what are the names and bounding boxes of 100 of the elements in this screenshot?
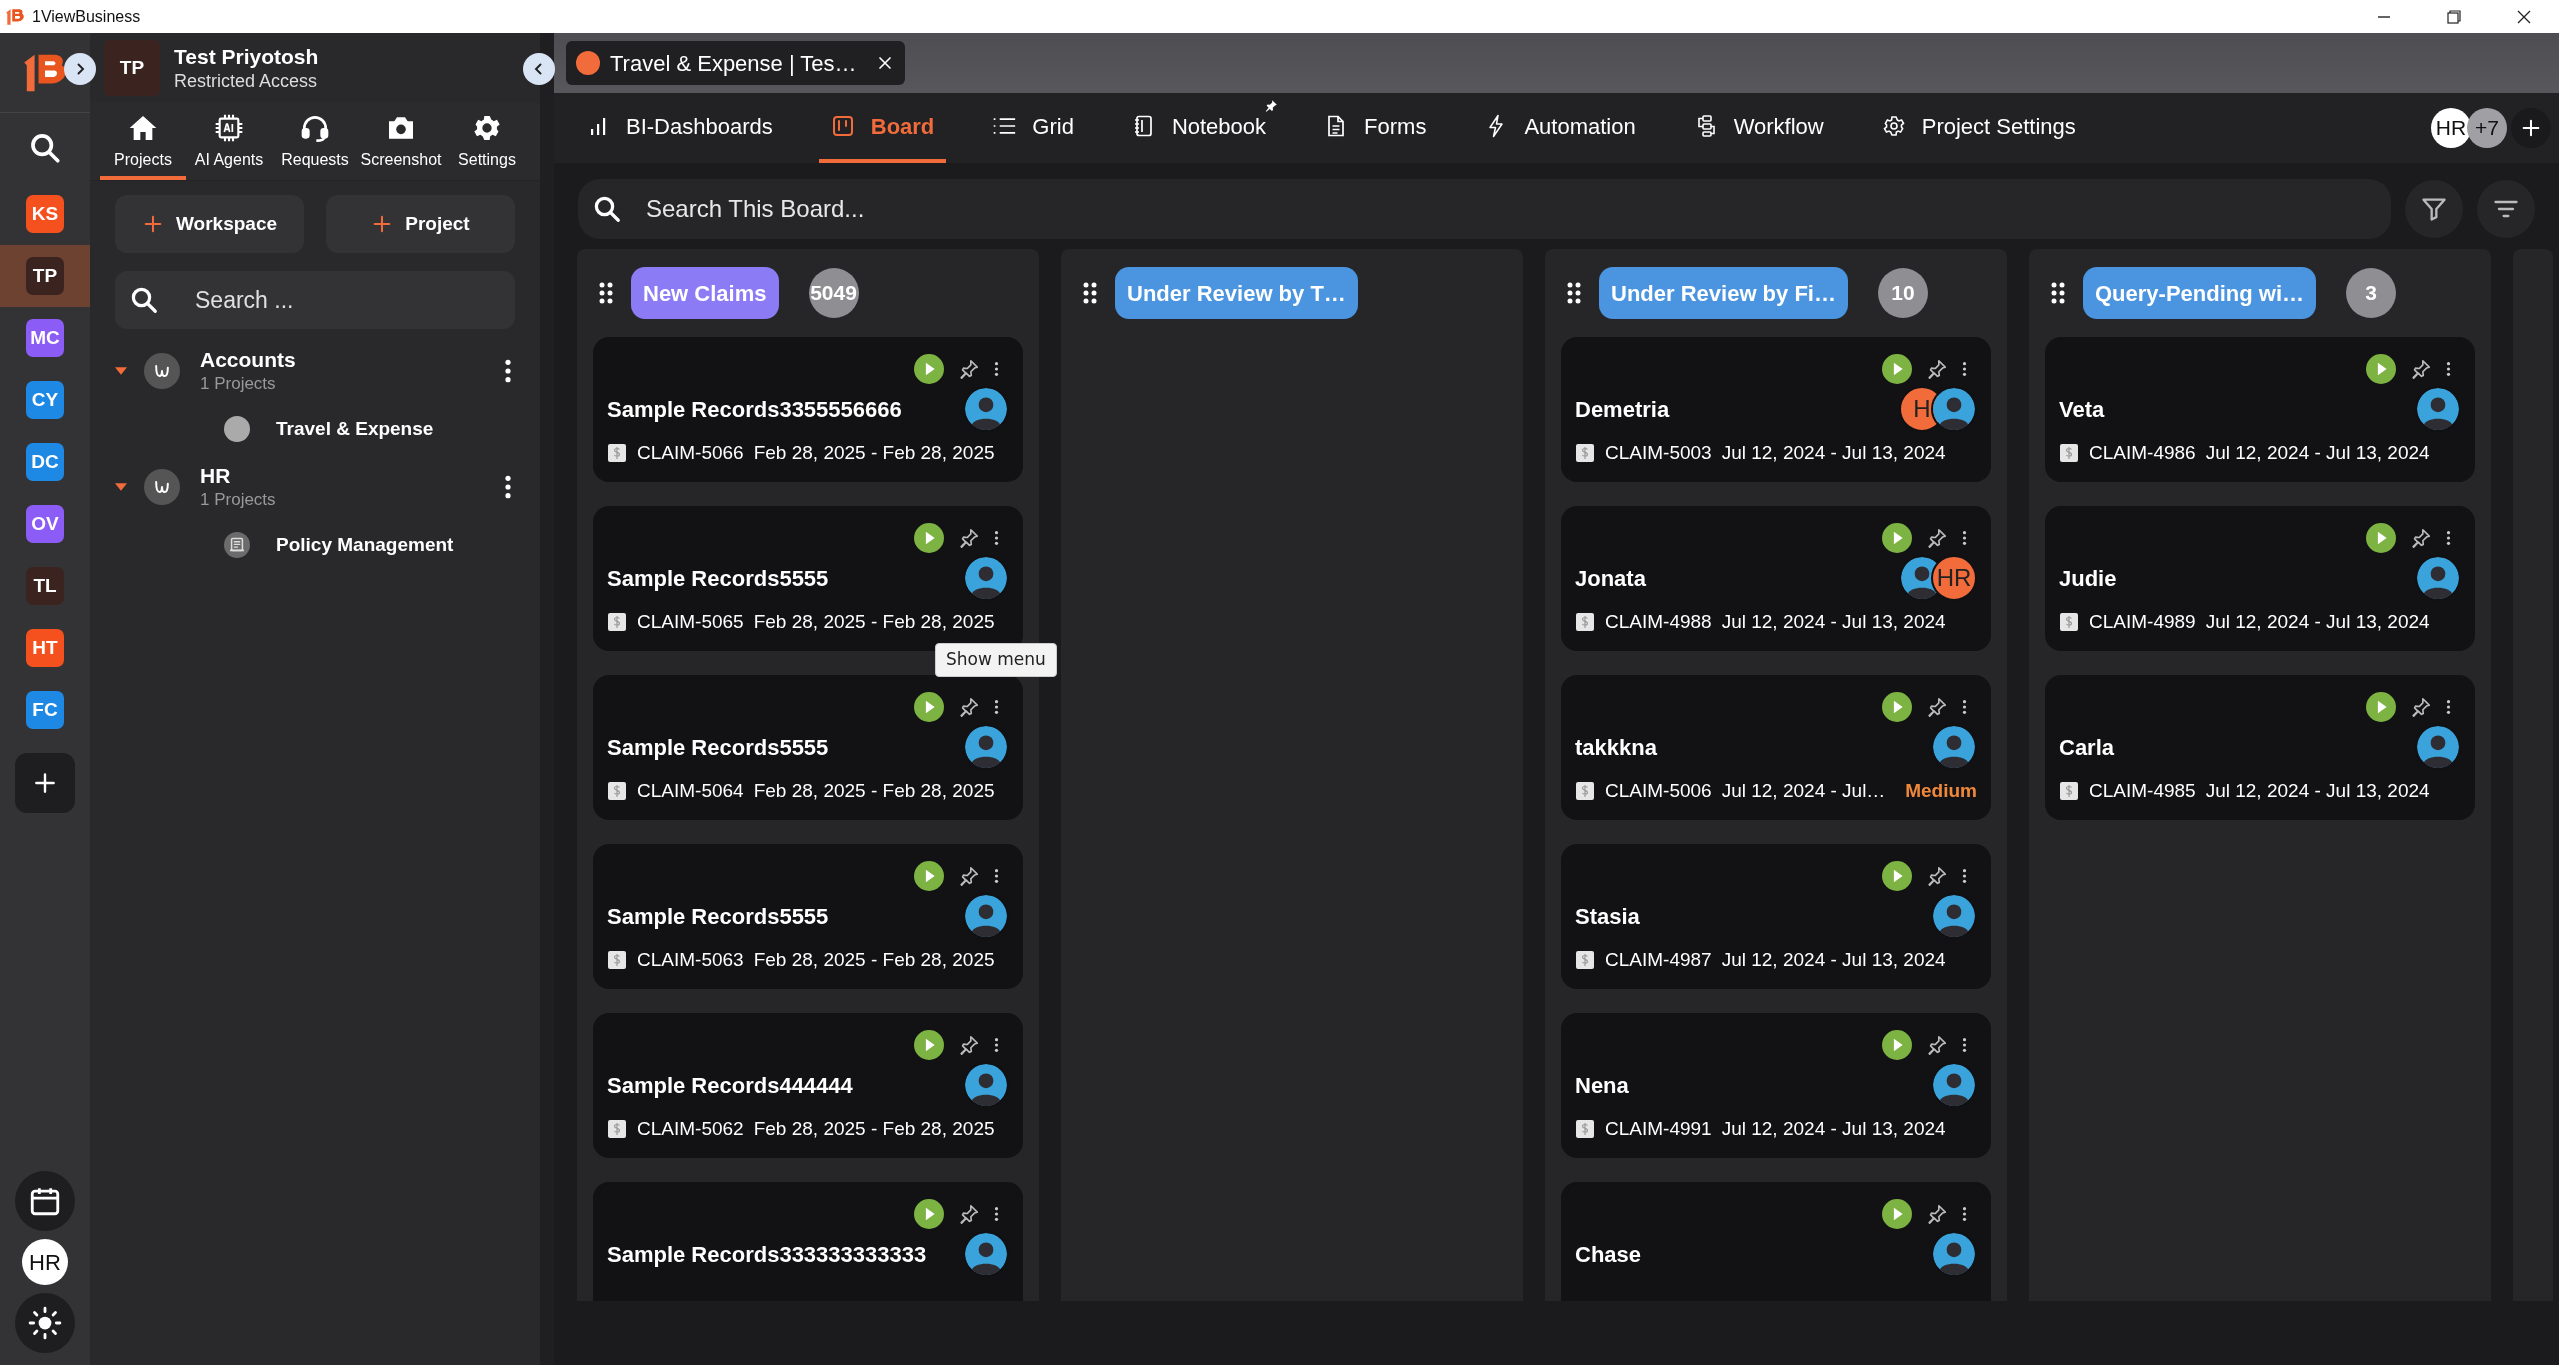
pin-icon[interactable] [1926, 696, 1948, 718]
board-search-field[interactable]: Search This Board... [578, 179, 2391, 239]
claim-card[interactable]: Sample Records333333333333 [593, 1182, 1023, 1301]
more-icon[interactable] [1962, 699, 1967, 715]
panel-tab[interactable]: Settings [444, 112, 530, 180]
more-icon[interactable] [994, 868, 999, 884]
project-item[interactable]: Policy Management [276, 530, 454, 560]
workspace-switcher-item[interactable]: DC [0, 431, 90, 493]
play-icon[interactable] [1882, 1199, 1912, 1229]
claim-card[interactable]: Carla CLAIM-4985 Jul 12, 2024 - Jul 13, 2024 [2045, 675, 2475, 820]
pin-icon[interactable] [1926, 1034, 1948, 1056]
workspace-name[interactable]: Accounts [200, 347, 504, 373]
claim-card[interactable]: Sample Records5555 CLAIM-5065 Feb 28, 2025 - Feb 28, 2025 [593, 506, 1023, 651]
drag-handle-icon[interactable] [599, 282, 613, 304]
pin-icon[interactable] [1926, 527, 1948, 549]
view-tab[interactable]: Grid [980, 93, 1086, 163]
more-icon[interactable] [504, 358, 512, 384]
search-icon[interactable] [28, 131, 62, 165]
play-icon[interactable] [1882, 692, 1912, 722]
more-icon[interactable] [994, 1037, 999, 1053]
pin-icon[interactable] [2410, 527, 2432, 549]
expand-button[interactable] [64, 53, 96, 85]
claim-card[interactable]: Sample Records5555 CLAIM-5064 Feb 28, 2025 - Feb 28, 2025 [593, 675, 1023, 820]
claim-card[interactable]: takkkna CLAIM-5006 Jul 12, 2024 - Jul… Medium [1561, 675, 1991, 820]
play-icon[interactable] [914, 692, 944, 722]
workspace-switcher-item[interactable]: TP [0, 245, 90, 307]
play-icon[interactable] [1882, 354, 1912, 384]
view-tab[interactable]: Automation [1472, 93, 1648, 163]
add-button[interactable]: Workspace [115, 195, 304, 253]
claim-card[interactable]: Sample Records3355556666 CLAIM-5066 Feb 28, 2025 - Feb 28, 2025 [593, 337, 1023, 482]
pin-icon[interactable] [958, 527, 980, 549]
user-avatar[interactable]: HR [22, 1239, 68, 1285]
claim-card[interactable]: Veta CLAIM-4986 Jul 12, 2024 - Jul 13, 2024 [2045, 337, 2475, 482]
workspace-switcher-item[interactable]: CY [0, 369, 90, 431]
claim-card[interactable]: Stasia CLAIM-4987 Jul 12, 2024 - Jul 13, 2024 [1561, 844, 1991, 989]
workspace-name[interactable]: HR [200, 463, 504, 489]
drag-handle-icon[interactable] [1083, 282, 1097, 304]
claim-card[interactable]: Nena CLAIM-4991 Jul 12, 2024 - Jul 13, 2024 [1561, 1013, 1991, 1158]
more-icon[interactable] [504, 474, 512, 500]
pin-icon[interactable] [2410, 696, 2432, 718]
claim-card[interactable]: Demetria H CLAIM-5003 Jul 12, 2024 - Jul 13, 2024 [1561, 337, 1991, 482]
more-icon[interactable] [1962, 1037, 1967, 1053]
claim-card[interactable]: Judie CLAIM-4989 Jul 12, 2024 - Jul 13, 2024 [2045, 506, 2475, 651]
play-icon[interactable] [2366, 692, 2396, 722]
more-icon[interactable] [1962, 530, 1967, 546]
workspace-switcher-item[interactable]: MC [0, 307, 90, 369]
pin-icon[interactable] [1926, 1203, 1948, 1225]
more-icon[interactable] [994, 361, 999, 377]
more-icon[interactable] [994, 1206, 999, 1222]
workspace-switcher-item[interactable]: OV [0, 493, 90, 555]
view-tab[interactable]: Board [818, 93, 947, 163]
more-icon[interactable] [1962, 361, 1967, 377]
view-tab[interactable]: Notebook [1119, 93, 1279, 163]
play-icon[interactable] [914, 1199, 944, 1229]
workspace-switcher-item[interactable]: TL [0, 555, 90, 617]
claim-card[interactable]: Sample Records444444 CLAIM-5062 Feb 28, 2025 - Feb 28, 2025 [593, 1013, 1023, 1158]
play-icon[interactable] [1882, 523, 1912, 553]
workspace-switcher-item[interactable]: FC [0, 679, 90, 741]
pin-icon[interactable] [958, 1203, 980, 1225]
panel-tab[interactable]: Screenshot [358, 112, 444, 180]
add-member-button[interactable] [2511, 108, 2551, 148]
pin-icon[interactable] [958, 696, 980, 718]
view-tab[interactable]: Project Settings [1869, 93, 2088, 163]
claim-card[interactable]: Chase [1561, 1182, 1991, 1301]
play-icon[interactable] [2366, 523, 2396, 553]
pin-icon[interactable] [958, 865, 980, 887]
more-icon[interactable] [2446, 699, 2451, 715]
add-workspace-button[interactable] [15, 753, 75, 813]
pin-icon[interactable] [1926, 865, 1948, 887]
claim-card[interactable]: Jonata HR CLAIM-4988 Jul 12, 2024 - Jul 13, 2024 [1561, 506, 1991, 651]
panel-tab[interactable]: AI Agents [186, 112, 272, 180]
play-icon[interactable] [914, 354, 944, 384]
more-icon[interactable] [2446, 361, 2451, 377]
play-icon[interactable] [2366, 354, 2396, 384]
more-icon[interactable] [2446, 530, 2451, 546]
document-tab[interactable]: Travel & Expense | Tes… [566, 41, 905, 85]
project-item[interactable]: Travel & Expense [276, 414, 434, 444]
more-icon[interactable] [994, 530, 999, 546]
pin-icon[interactable] [958, 358, 980, 380]
pin-icon[interactable] [2410, 358, 2432, 380]
panel-tab[interactable]: Projects [100, 112, 186, 180]
play-icon[interactable] [914, 523, 944, 553]
play-icon[interactable] [1882, 861, 1912, 891]
add-button[interactable]: Project [326, 195, 515, 253]
more-icon[interactable] [994, 699, 999, 715]
pin-icon[interactable] [1926, 358, 1948, 380]
view-tab[interactable]: Workflow [1681, 93, 1836, 163]
drag-handle-icon[interactable] [2051, 282, 2065, 304]
claim-card[interactable]: Sample Records5555 CLAIM-5063 Feb 28, 2025 - Feb 28, 2025 [593, 844, 1023, 989]
drag-handle-icon[interactable] [1567, 282, 1581, 304]
member-avatar[interactable]: HR [2431, 108, 2471, 148]
play-icon[interactable] [914, 1030, 944, 1060]
more-icon[interactable] [1962, 1206, 1967, 1222]
more-icon[interactable] [1962, 868, 1967, 884]
play-icon[interactable] [914, 861, 944, 891]
member-count[interactable]: +7 [2467, 108, 2507, 148]
search-field[interactable]: Search ... [115, 271, 515, 329]
view-tab[interactable]: Forms [1312, 93, 1439, 163]
view-tab[interactable]: BI-Dashboards [574, 93, 785, 163]
panel-tab[interactable]: Requests [272, 112, 358, 180]
